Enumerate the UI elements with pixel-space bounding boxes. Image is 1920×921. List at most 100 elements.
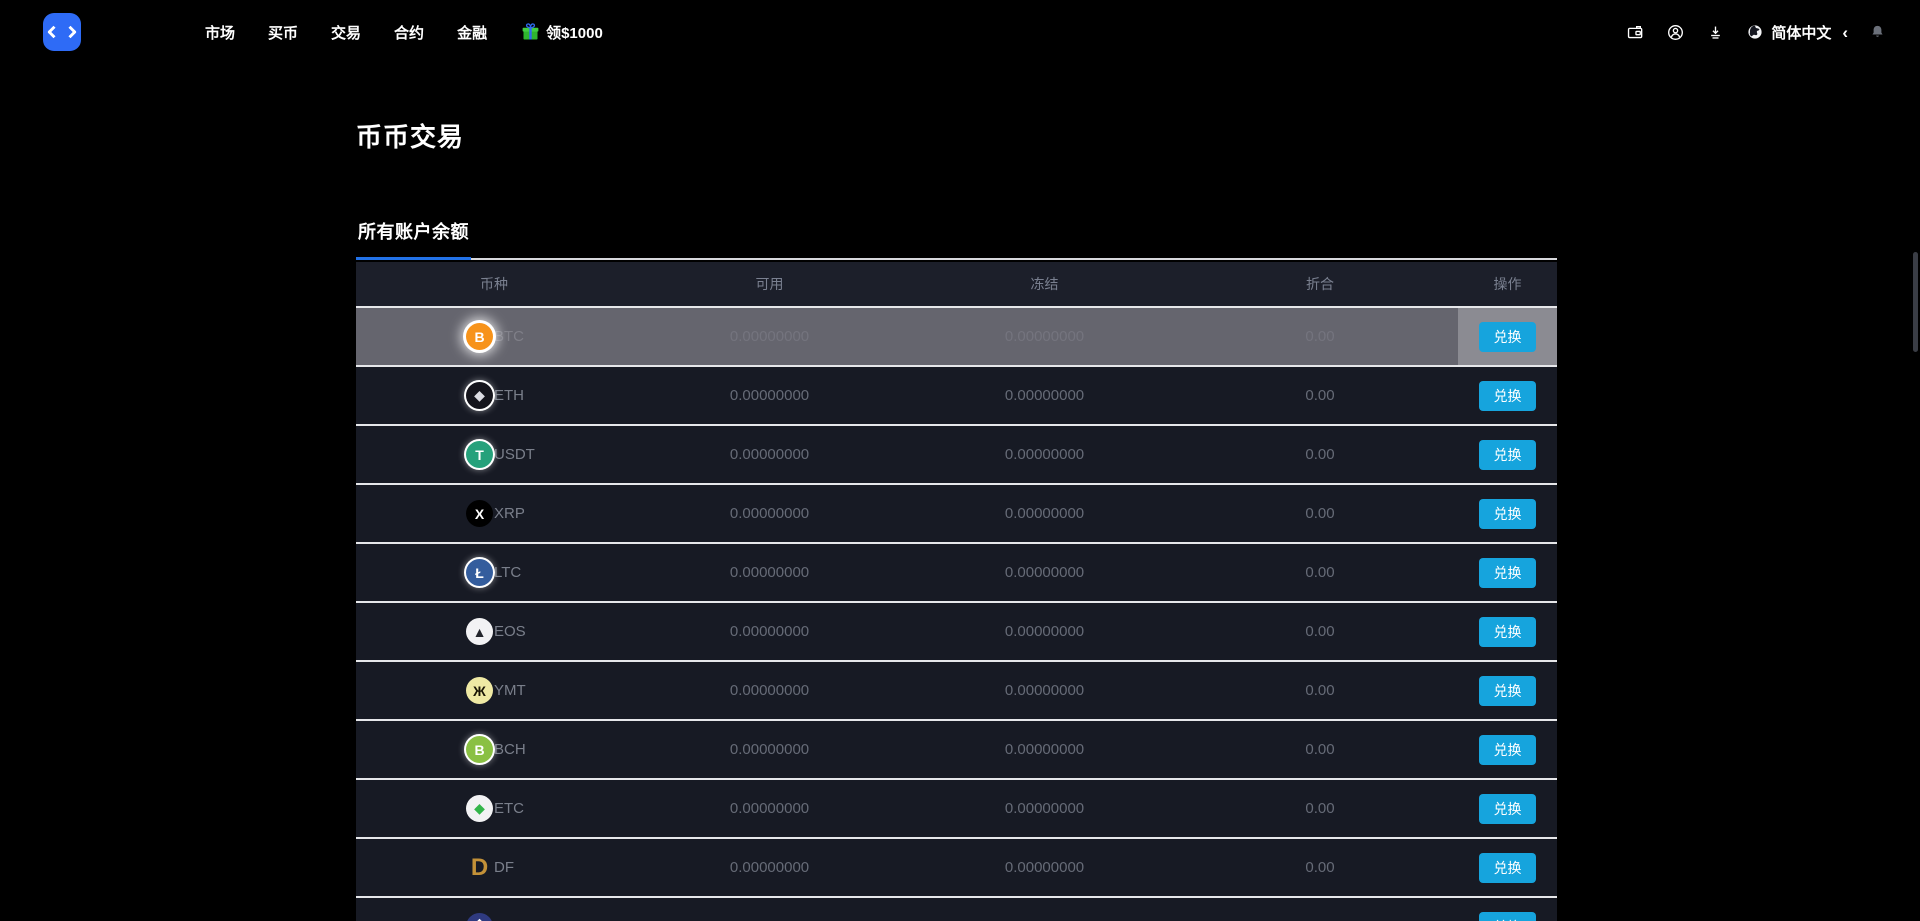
table-row: Ж YMT 0.00000000 0.00000000 0.00 兑换 xyxy=(356,660,1557,719)
available-balance: 0.00000000 xyxy=(632,800,907,817)
bch-icon: B xyxy=(466,736,493,763)
action-cell: 兑换 xyxy=(1458,544,1557,601)
column-header: 折合 xyxy=(1182,274,1458,294)
language-selector[interactable]: 简体中文 ‹ xyxy=(1746,22,1848,43)
top-nav: 市场 买币 交易 合约 金融 领$1000 xyxy=(0,0,1920,64)
frozen-balance: 0.00000000 xyxy=(907,859,1182,876)
page-title: 币币交易 xyxy=(356,117,1920,154)
column-header: 可用 xyxy=(632,274,907,294)
coin-cell: ◆ ETC xyxy=(356,795,632,822)
available-balance: 0.00000000 xyxy=(632,564,907,581)
coin-cell: Ж YMT xyxy=(356,677,632,704)
exchange-button[interactable]: 兑换 xyxy=(1479,499,1536,529)
chevron-collapse-icon: ‹ xyxy=(1842,24,1848,41)
action-cell: 兑换 xyxy=(1458,367,1557,424)
action-cell: 兑换 xyxy=(1458,780,1557,837)
promo-bonus-link[interactable]: 领$1000 xyxy=(520,22,603,43)
table-row: B BCH 0.00000000 0.00000000 0.00 兑换 xyxy=(356,719,1557,778)
table-row: ▲ EOS 0.00000000 0.00000000 0.00 兑换 xyxy=(356,601,1557,660)
action-cell: 兑换 xyxy=(1458,662,1557,719)
equivalent-value: 0.00 xyxy=(1182,564,1458,581)
exchange-button[interactable]: 兑换 xyxy=(1479,912,1536,921)
table-row: D DF 0.00000000 0.00000000 0.00 兑换 xyxy=(356,837,1557,896)
coin-icon-glyph: Ж xyxy=(473,683,486,699)
equivalent-value: 0.00 xyxy=(1182,505,1458,522)
nav-right: 简体中文 ‹ xyxy=(1626,22,1886,43)
available-balance: 0.00000000 xyxy=(632,741,907,758)
exchange-button[interactable]: 兑换 xyxy=(1479,735,1536,765)
table-row: ◆ ETH 0.00000000 0.00000000 0.00 兑换 xyxy=(356,365,1557,424)
etc-icon: ◆ xyxy=(466,795,493,822)
coin-cell: HT xyxy=(356,913,632,921)
table-row: B BTC 0.00000000 0.00000000 0.00 兑换 xyxy=(356,306,1557,365)
coin-symbol: BCH xyxy=(494,741,526,758)
globe-icon xyxy=(1746,23,1764,41)
balances-table: 币种可用冻结折合操作 B BTC 0.00000000 0.00000000 0… xyxy=(356,262,1557,921)
frozen-balance: 0.00000000 xyxy=(907,328,1182,345)
exchange-button[interactable]: 兑换 xyxy=(1479,676,1536,706)
table-row: Ł LTC 0.00000000 0.00000000 0.00 兑换 xyxy=(356,542,1557,601)
coin-icon-glyph: ◆ xyxy=(474,387,485,404)
equivalent-value: 0.00 xyxy=(1182,328,1458,345)
gift-icon xyxy=(520,22,541,43)
coin-icon-glyph: D xyxy=(471,854,488,882)
coin-symbol: ETC xyxy=(494,800,524,817)
exchange-button[interactable]: 兑换 xyxy=(1479,381,1536,411)
nav-item-market[interactable]: 市场 xyxy=(205,22,235,43)
action-cell: 兑换 xyxy=(1458,721,1557,778)
exchange-button[interactable]: 兑换 xyxy=(1479,617,1536,647)
nav-item-finance[interactable]: 金融 xyxy=(457,22,487,43)
exchange-button[interactable]: 兑换 xyxy=(1479,322,1536,352)
download-icon[interactable] xyxy=(1706,23,1725,42)
eos-icon: ▲ xyxy=(466,618,493,645)
ht-icon xyxy=(466,913,493,921)
nav-item-trade[interactable]: 交易 xyxy=(331,22,361,43)
xrp-icon: X xyxy=(466,500,493,527)
equivalent-value: 0.00 xyxy=(1182,859,1458,876)
column-header: 币种 xyxy=(356,274,632,294)
coin-cell: Ł LTC xyxy=(356,559,632,586)
exchange-button[interactable]: 兑换 xyxy=(1479,794,1536,824)
coin-cell: ◆ ETH xyxy=(356,382,632,409)
exchange-button[interactable]: 兑换 xyxy=(1479,853,1536,883)
usdt-icon: T xyxy=(466,441,493,468)
ymt-icon: Ж xyxy=(466,677,493,704)
user-icon[interactable] xyxy=(1666,23,1685,42)
table-row: T USDT 0.00000000 0.00000000 0.00 兑换 xyxy=(356,424,1557,483)
coin-cell: D DF xyxy=(356,854,632,881)
coin-cell: ▲ EOS xyxy=(356,618,632,645)
action-cell: 兑换 xyxy=(1458,839,1557,896)
app-logo[interactable] xyxy=(43,13,81,51)
coin-icon-glyph: Ł xyxy=(475,565,484,581)
exchange-button[interactable]: 兑换 xyxy=(1479,558,1536,588)
main-content: 币币交易 所有账户余额 币种可用冻结折合操作 B BTC 0.00000000 … xyxy=(0,117,1920,921)
coin-symbol: LTC xyxy=(494,564,521,581)
wallet-icon[interactable] xyxy=(1626,23,1645,42)
frozen-balance: 0.00000000 xyxy=(907,446,1182,463)
coin-icon-glyph: T xyxy=(475,447,484,463)
equivalent-value: 0.00 xyxy=(1182,446,1458,463)
promo-label: 领$1000 xyxy=(546,22,603,43)
nav-item-buy-coin[interactable]: 买币 xyxy=(268,22,298,43)
table-row: X XRP 0.00000000 0.00000000 0.00 兑换 xyxy=(356,483,1557,542)
equivalent-value: 0.00 xyxy=(1182,741,1458,758)
coin-symbol: ETH xyxy=(494,387,524,404)
coin-icon-glyph: ◆ xyxy=(474,800,485,817)
code-left-bracket-icon xyxy=(47,26,60,39)
frozen-balance: 0.00000000 xyxy=(907,741,1182,758)
tab-bar: 所有账户余额 xyxy=(356,218,1557,260)
scrollbar-thumb[interactable] xyxy=(1913,252,1918,352)
coin-symbol: USDT xyxy=(494,446,535,463)
ltc-icon: Ł xyxy=(466,559,493,586)
nav-item-contracts[interactable]: 合约 xyxy=(394,22,424,43)
table-row: ◆ ETC 0.00000000 0.00000000 0.00 兑换 xyxy=(356,778,1557,837)
column-header: 冻结 xyxy=(907,274,1182,294)
coin-cell: B BCH xyxy=(356,736,632,763)
tab-all-balances[interactable]: 所有账户余额 xyxy=(356,218,471,260)
coin-symbol: DF xyxy=(494,859,514,876)
bell-icon[interactable] xyxy=(1869,23,1886,41)
coin-cell: B BTC xyxy=(356,323,632,350)
exchange-button[interactable]: 兑换 xyxy=(1479,440,1536,470)
coin-icon-glyph: B xyxy=(474,329,484,345)
coin-symbol: EOS xyxy=(494,623,526,640)
